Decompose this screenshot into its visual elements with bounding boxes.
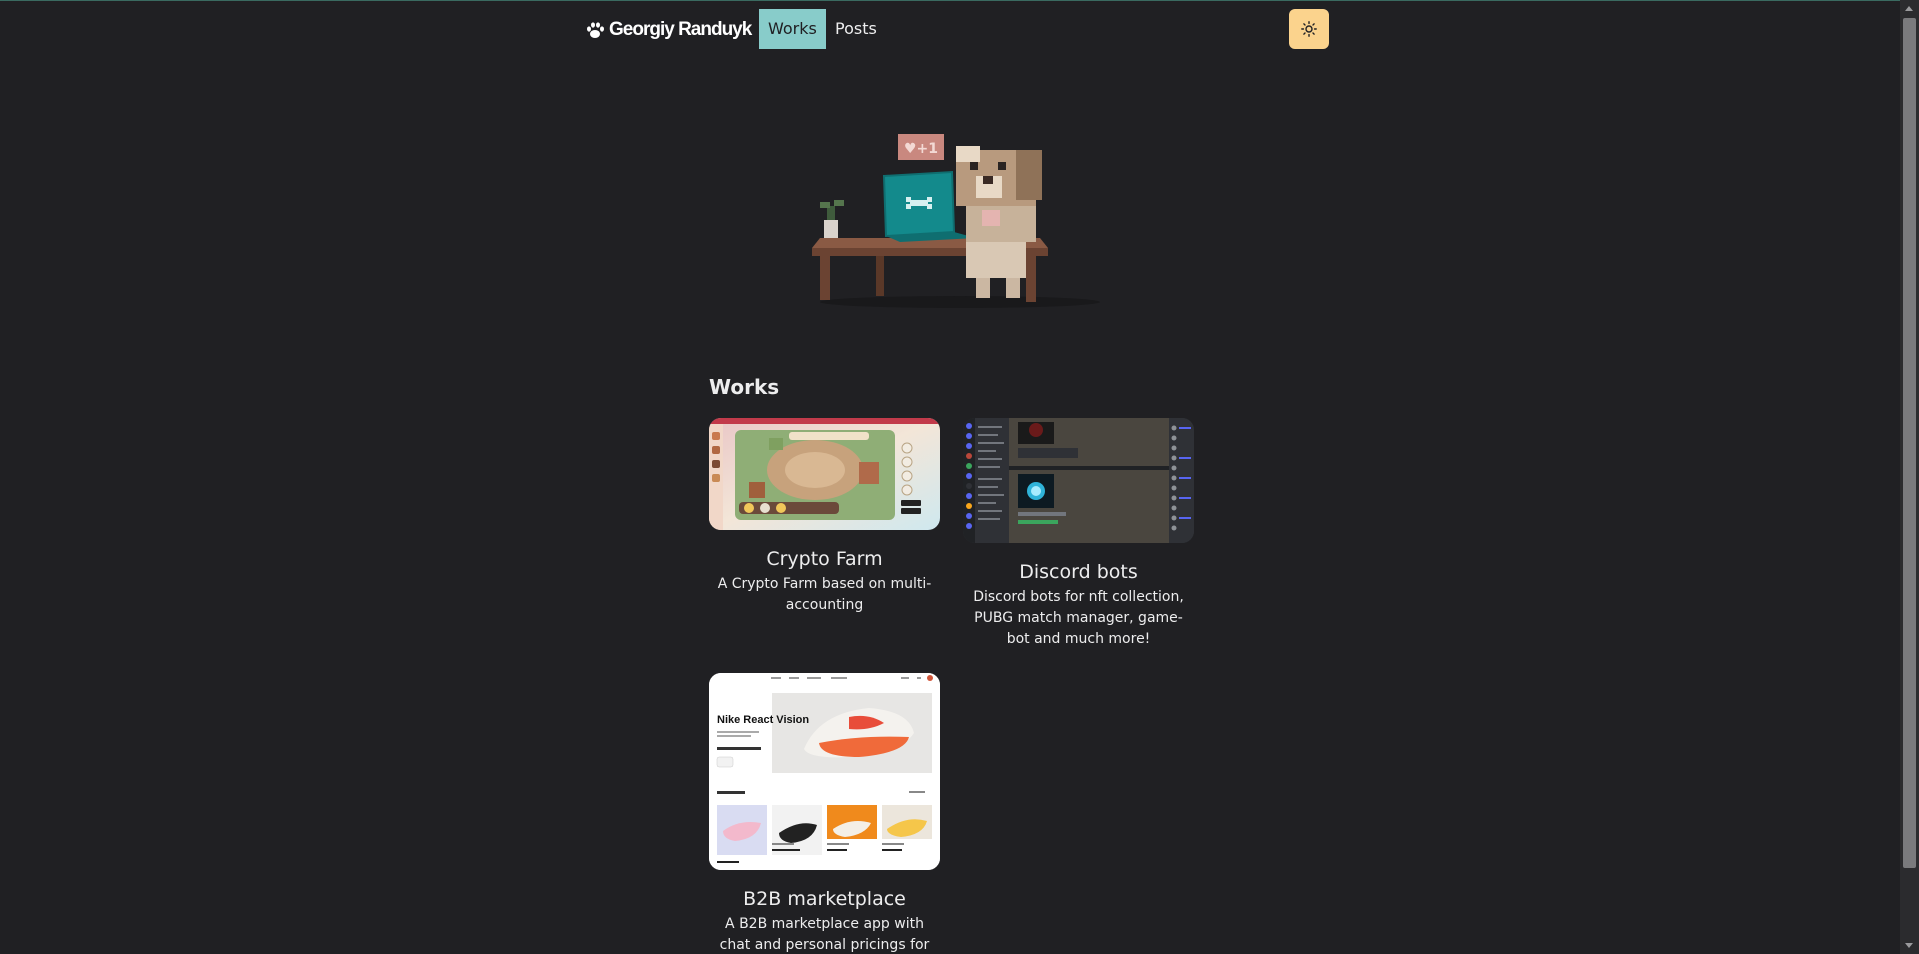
work-description: Discord bots for nft collection, PUBG ma… — [973, 589, 1184, 647]
voxel-dog-illustration: ♥+1 — [812, 134, 1100, 308]
nav-link-posts[interactable]: Posts — [826, 9, 886, 49]
logo-text: Georgiy Randuyk — [609, 19, 752, 40]
work-card-b2b-marketplace[interactable]: Nike React Vision B2B marketplace A B2B … — [709, 673, 940, 954]
sun-icon — [1301, 21, 1317, 37]
work-title[interactable]: B2B marketplace — [709, 888, 940, 910]
page: Georgiy Randuyk Works Posts ♥+1 Works Cr… — [0, 0, 1919, 954]
work-description: A B2B marketplace app with chat and pers… — [719, 916, 930, 953]
paw-icon — [587, 22, 604, 38]
theme-toggle-button[interactable] — [1289, 9, 1329, 49]
work-card-crypto-farm[interactable]: Crypto Farm A Crypto Farm based on multi… — [709, 418, 940, 616]
work-description: A Crypto Farm based on multi-accounting — [717, 576, 932, 613]
site-logo[interactable]: Georgiy Randuyk — [585, 16, 752, 44]
vertical-scrollbar[interactable] — [1900, 0, 1919, 954]
svg-text:♥+1: ♥+1 — [904, 141, 938, 157]
section-title-works: Works — [709, 375, 780, 399]
scroll-down-arrow-icon[interactable] — [1905, 943, 1913, 948]
work-title[interactable]: Crypto Farm — [709, 548, 940, 570]
b2b-marketplace-thumbnail[interactable]: Nike React Vision — [709, 673, 940, 870]
top-border — [0, 0, 1900, 1]
b2b-hero-title: Nike React Vision — [717, 714, 809, 726]
work-card-discord-bots[interactable]: Discord bots Discord bots for nft collec… — [963, 418, 1194, 650]
work-title[interactable]: Discord bots — [963, 561, 1194, 583]
scroll-up-arrow-icon[interactable] — [1905, 6, 1913, 11]
discord-bots-thumbnail[interactable] — [963, 418, 1194, 543]
scrollbar-thumb[interactable] — [1903, 18, 1916, 868]
nav-link-works[interactable]: Works — [759, 9, 826, 49]
navbar: Georgiy Randuyk Works Posts — [585, 9, 1329, 51]
crypto-farm-thumbnail[interactable] — [709, 418, 940, 530]
